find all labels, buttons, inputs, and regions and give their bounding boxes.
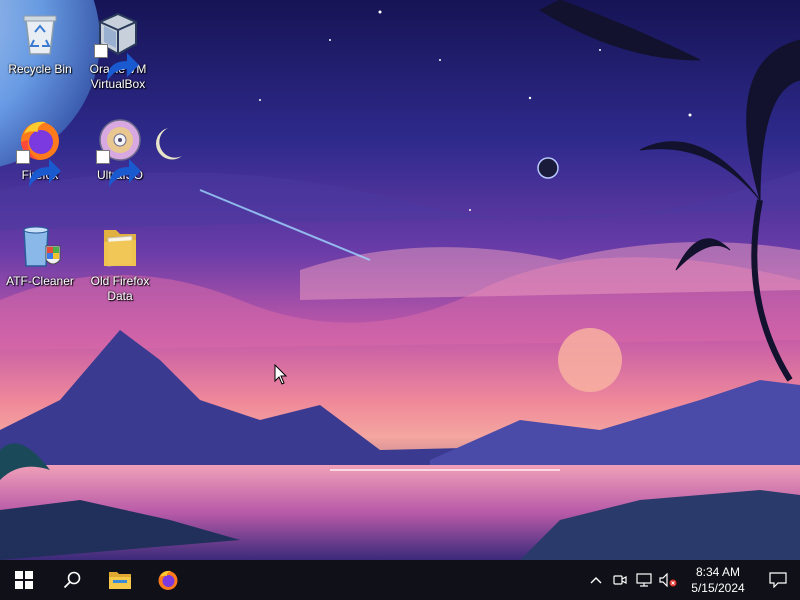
action-center-button[interactable] [756,560,800,600]
meet-now-button[interactable] [608,560,632,600]
notification-center-icon [769,572,787,588]
search-button[interactable] [48,560,96,600]
desktop-icon-label: Old Firefox Data [90,274,150,303]
taskbar-clock[interactable]: 8:34 AM 5/15/2024 [680,560,756,600]
mouse-pointer-icon [274,364,288,385]
show-hidden-icons-button[interactable] [584,560,608,600]
desktop-icon-ultraiso[interactable]: UltraISO [80,112,160,187]
desktop-icon-old-firefox-data[interactable]: Old Firefox Data [80,218,160,304]
clock-time: 8:34 AM [695,565,741,579]
desktop-icon-label: ATF-Cleaner [6,274,74,288]
windows-logo-icon [15,571,33,589]
search-icon [63,571,81,589]
taskbar: 8:34 AM 5/15/2024 [0,560,800,600]
firefox-icon [16,116,64,187]
chevron-up-icon [590,577,602,584]
desktop-icon-atf-cleaner[interactable]: ATF-Cleaner [0,218,80,289]
shortcut-arrow-icon [16,150,61,187]
virtualbox-icon [94,10,142,81]
desktop-icon-virtualbox[interactable]: Oracle VM VirtualBox [78,6,158,92]
network-icon [636,573,652,587]
taskbar-firefox[interactable] [144,560,192,600]
recycle-bin-icon [16,10,64,58]
desktop-icon-recycle-bin[interactable]: Recycle Bin [0,6,80,77]
atf-cleaner-icon [16,222,64,270]
start-button[interactable] [0,560,48,600]
meet-now-icon [613,575,627,585]
volume-muted-icon [659,573,677,587]
file-explorer-icon [109,572,131,589]
firefox-icon [158,570,178,590]
ultraiso-disc-icon [96,116,144,187]
desktop-icon-label: Recycle Bin [8,62,72,76]
volume-button[interactable] [656,560,680,600]
shortcut-arrow-icon [96,150,141,187]
network-button[interactable] [632,560,656,600]
clock-date: 5/15/2024 [691,581,745,595]
folder-icon [96,222,144,270]
system-tray: 8:34 AM 5/15/2024 [584,560,800,600]
taskbar-file-explorer[interactable] [96,560,144,600]
desktop-icon-firefox[interactable]: Firefox [0,112,80,187]
shortcut-arrow-icon [94,44,139,81]
